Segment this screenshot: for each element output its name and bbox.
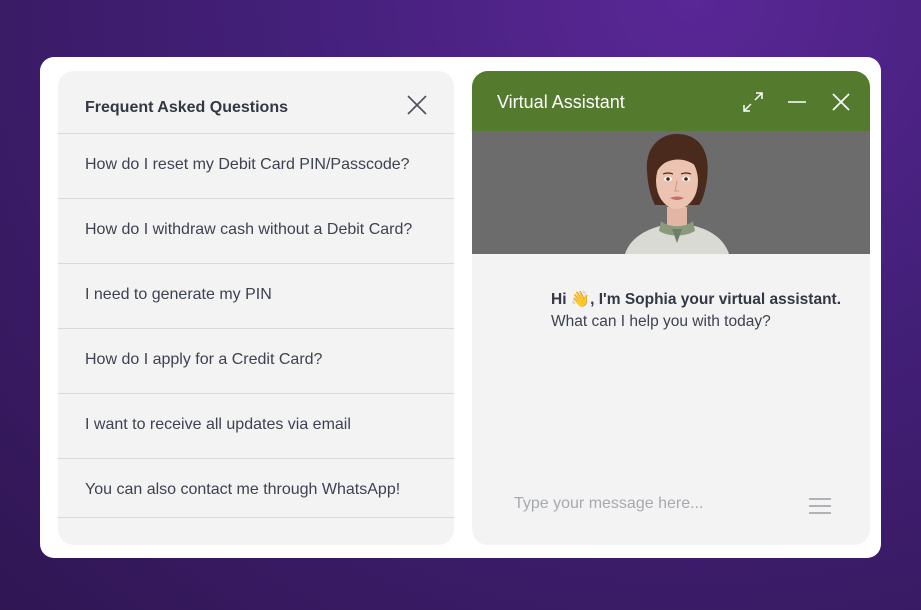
- avatar: [625, 133, 729, 254]
- close-icon[interactable]: [830, 91, 852, 113]
- message-input[interactable]: [512, 494, 796, 514]
- waving-hand-icon: 👋: [570, 291, 591, 308]
- greeting-line-1: Hi 👋, I'm Sophia your virtual assistant.: [551, 289, 841, 311]
- assistant-greeting: Hi 👋, I'm Sophia your virtual assistant.…: [551, 289, 841, 333]
- faq-item[interactable]: How do I withdraw cash without a Debit C…: [58, 199, 454, 264]
- virtual-assistant-panel: Virtual Assistant Hi 👋, I'm Sophia your …: [472, 71, 870, 545]
- faq-item-label: I need to generate my PIN: [85, 286, 272, 303]
- faq-item-label: How do I withdraw cash without a Debit C…: [85, 221, 413, 238]
- faq-item[interactable]: How do I reset my Debit Card PIN/Passcod…: [58, 134, 454, 199]
- greeting-intro: , I'm Sophia your virtual assistant.: [590, 291, 842, 308]
- faq-panel: Frequent Asked Questions How do I reset …: [58, 71, 454, 545]
- close-icon[interactable]: [407, 95, 427, 115]
- assistant-title: Virtual Assistant: [497, 92, 625, 112]
- faq-item-label: I want to receive all updates via email: [85, 416, 351, 433]
- avatar-video: [472, 131, 870, 254]
- chat-widget-card: Frequent Asked Questions How do I reset …: [40, 57, 881, 558]
- greeting-line-2: What can I help you with today?: [551, 313, 771, 330]
- menu-icon[interactable]: [809, 497, 831, 515]
- faq-item[interactable]: You can also contact me through WhatsApp…: [58, 459, 454, 518]
- message-composer: [472, 486, 870, 526]
- faq-item-label: How do I apply for a Credit Card?: [85, 351, 323, 368]
- faq-item-label: How do I reset my Debit Card PIN/Passcod…: [85, 156, 410, 173]
- faq-list: How do I reset my Debit Card PIN/Passcod…: [58, 134, 454, 518]
- faq-header: Frequent Asked Questions: [58, 71, 454, 134]
- assistant-header: Virtual Assistant: [472, 71, 870, 131]
- faq-item[interactable]: How do I apply for a Credit Card?: [58, 329, 454, 394]
- faq-item[interactable]: I want to receive all updates via email: [58, 394, 454, 459]
- faq-item[interactable]: I need to generate my PIN: [58, 264, 454, 329]
- greeting-prefix: Hi: [551, 291, 571, 308]
- faq-item-label: You can also contact me through WhatsApp…: [85, 481, 401, 498]
- faq-title: Frequent Asked Questions: [85, 99, 288, 116]
- expand-icon[interactable]: [742, 91, 764, 113]
- minimize-icon[interactable]: [786, 91, 808, 113]
